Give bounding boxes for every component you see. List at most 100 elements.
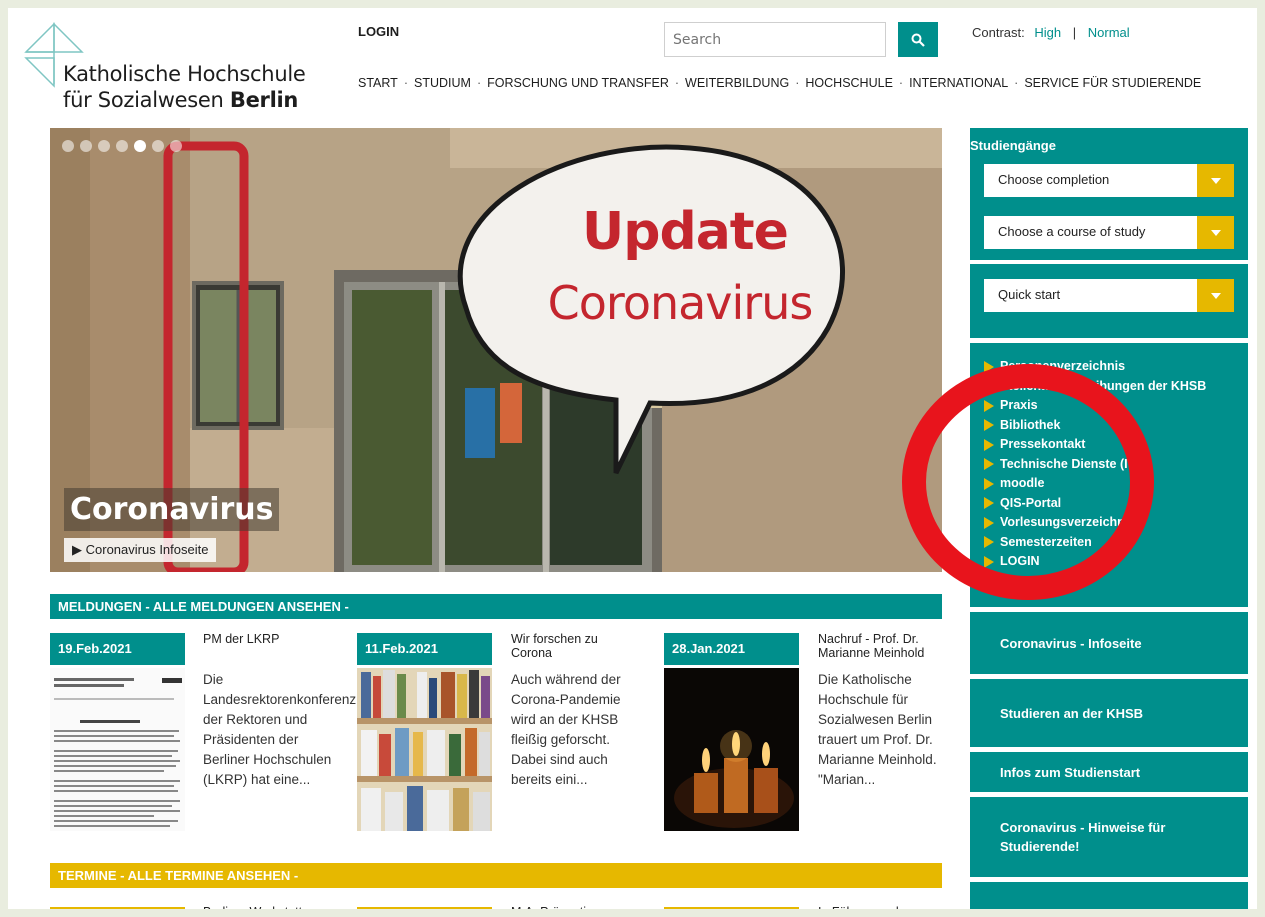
- news-thumbnail[interactable]: [357, 668, 492, 831]
- contrast-high-link[interactable]: High: [1034, 25, 1061, 40]
- bookshelf-image: [357, 668, 492, 831]
- event-title[interactable]: Berliner Werkstatt: [203, 905, 302, 917]
- news-teaser: Die Landesrektorenkonferenz der Rektoren…: [203, 672, 357, 787]
- news-thumbnail[interactable]: [664, 668, 799, 831]
- chevron-down-icon: [1197, 164, 1234, 197]
- hero-infoseite-link[interactable]: ▶ Coronavirus Infoseite: [64, 538, 217, 562]
- service-link[interactable]: Pressekontakt: [984, 435, 1206, 455]
- nav-item-start[interactable]: START: [358, 76, 398, 90]
- event-date-badge: [357, 907, 492, 917]
- service-link[interactable]: moodle: [984, 474, 1206, 494]
- search-input[interactable]: [664, 22, 886, 57]
- slider-pagination: [62, 140, 182, 152]
- sidebar-box-studienstart[interactable]: Infos zum Studienstart: [970, 752, 1248, 792]
- nav-item-forschung[interactable]: FORSCHUNG UND TRANSFER: [487, 76, 669, 90]
- service-link[interactable]: Semesterzeiten: [984, 533, 1206, 553]
- service-link-list: Personenverzeichnis Stellenausschreibung…: [984, 357, 1206, 572]
- service-link[interactable]: Vorlesungsverzeichnis: [984, 513, 1206, 533]
- slider-dot[interactable]: [98, 140, 110, 152]
- service-link[interactable]: Stellenausschreibungen der KHSB: [984, 377, 1206, 397]
- sidebar-box-coronavirus-info[interactable]: Coronavirus - Infoseite: [970, 612, 1248, 674]
- triangle-right-icon: [984, 380, 994, 393]
- service-link[interactable]: QIS-Portal: [984, 494, 1206, 514]
- khsb-logo[interactable]: Katholische Hochschule für Sozialwesen B…: [18, 22, 318, 114]
- event-date-badge: [664, 907, 799, 917]
- news-title[interactable]: PM der LKRP: [203, 632, 333, 646]
- service-link[interactable]: LOGIN: [984, 552, 1206, 572]
- news-title[interactable]: Nachruf - Prof. Dr. Marianne Meinhold: [818, 632, 948, 660]
- service-links-panel: Personenverzeichnis Stellenausschreibung…: [970, 343, 1248, 607]
- triangle-right-icon: [984, 458, 994, 471]
- sidebar-box-corona-hinweise[interactable]: Coronavirus - Hinweise für Studierende!: [970, 797, 1248, 877]
- page: Katholische Hochschule für Sozialwesen B…: [0, 0, 1265, 917]
- service-link[interactable]: Bibliothek: [984, 416, 1206, 436]
- hero-link-label: Coronavirus Infoseite: [85, 542, 209, 557]
- triangle-right-icon: [984, 497, 994, 510]
- course-select-value: Choose a course of study: [998, 224, 1146, 239]
- nav-item-weiterbildung[interactable]: WEITERBILDUNG: [685, 76, 789, 90]
- triangle-right-icon: [984, 419, 994, 432]
- login-link[interactable]: LOGIN: [358, 24, 399, 39]
- contrast-switch: Contrast: High | Normal: [972, 25, 1130, 40]
- contrast-label: Contrast:: [972, 25, 1025, 40]
- nav-separator: ·: [476, 76, 482, 90]
- news-date-badge: 19.Feb.2021: [50, 633, 185, 665]
- quickstart-panel: Quick start: [970, 264, 1248, 338]
- triangle-right-icon: [984, 360, 994, 373]
- nav-item-international[interactable]: INTERNATIONAL: [909, 76, 1008, 90]
- event-date-badge: [50, 907, 185, 917]
- course-select[interactable]: Choose a course of study: [984, 216, 1234, 249]
- nav-separator: ·: [795, 76, 800, 90]
- hero-headline: Update: [582, 202, 789, 262]
- events-section-heading[interactable]: TERMINE - ALLE TERMINE ANSEHEN -: [50, 863, 942, 888]
- press-document-image: [50, 668, 185, 831]
- nav-separator: ·: [674, 76, 680, 90]
- nav-separator: ·: [1014, 76, 1019, 90]
- service-link[interactable]: Praxis: [984, 396, 1206, 416]
- nav-separator: ·: [403, 76, 408, 90]
- nav-item-service[interactable]: SERVICE FÜR STUDIERENDE: [1024, 76, 1201, 90]
- contrast-normal-link[interactable]: Normal: [1088, 25, 1130, 40]
- sidebar-box-studieren[interactable]: Studieren an der KHSB: [970, 679, 1248, 747]
- sidebar-box-more[interactable]: [970, 882, 1248, 917]
- triangle-right-icon: [984, 536, 994, 549]
- nav-item-studium[interactable]: STUDIUM: [414, 76, 471, 90]
- event-title[interactable]: In Führung gehen:: [818, 905, 920, 917]
- news-teaser: Die Katholische Hochschule für Sozialwes…: [818, 672, 937, 787]
- triangle-right-icon: [984, 555, 994, 568]
- slider-dot[interactable]: [80, 140, 92, 152]
- slider-dot[interactable]: [116, 140, 128, 152]
- quickstart-select[interactable]: Quick start: [984, 279, 1234, 312]
- candles-image: [664, 668, 799, 831]
- main-navigation: START · STUDIUM · FORSCHUNG UND TRANSFER…: [358, 76, 1201, 90]
- play-arrow-icon: ▶: [72, 542, 82, 557]
- completion-select[interactable]: Choose completion: [984, 164, 1234, 197]
- service-link[interactable]: Personenverzeichnis: [984, 357, 1206, 377]
- news-title[interactable]: Wir forschen zu Corona: [511, 632, 641, 660]
- slider-dot[interactable]: [170, 140, 182, 152]
- contrast-separator: |: [1072, 25, 1077, 40]
- search-button[interactable]: [898, 22, 938, 57]
- event-title[interactable]: M.A. Präventive: [511, 905, 599, 917]
- nav-item-hochschule[interactable]: HOCHSCHULE: [805, 76, 893, 90]
- triangle-right-icon: [984, 438, 994, 451]
- logo-line-2: für Sozialwesen Berlin: [63, 88, 299, 112]
- triangle-right-icon: [984, 477, 994, 490]
- chevron-down-icon: [1197, 216, 1234, 249]
- news-thumbnail[interactable]: [50, 668, 185, 831]
- slider-dot-active[interactable]: [134, 140, 146, 152]
- study-finder-heading: Studiengänge: [970, 138, 1056, 153]
- news-teaser: Auch während der Corona-Pandemie wird an…: [511, 672, 621, 787]
- news-date-badge: 28.Jan.2021: [664, 633, 799, 665]
- hero-slider[interactable]: Update Coronavirus Coronavirus ▶ Coronav…: [50, 128, 942, 572]
- news-section-heading[interactable]: MELDUNGEN - ALLE MELDUNGEN ANSEHEN -: [50, 594, 942, 619]
- slider-dot[interactable]: [62, 140, 74, 152]
- quickstart-select-value: Quick start: [998, 287, 1061, 302]
- hero-caption: Coronavirus: [64, 488, 280, 531]
- slider-dot[interactable]: [152, 140, 164, 152]
- study-finder-panel: Studiengänge Choose completion Choose a …: [970, 128, 1248, 260]
- triangle-right-icon: [984, 399, 994, 412]
- nav-separator: ·: [898, 76, 904, 90]
- service-link[interactable]: Technische Dienste (IT): [984, 455, 1206, 475]
- completion-select-value: Choose completion: [998, 172, 1110, 187]
